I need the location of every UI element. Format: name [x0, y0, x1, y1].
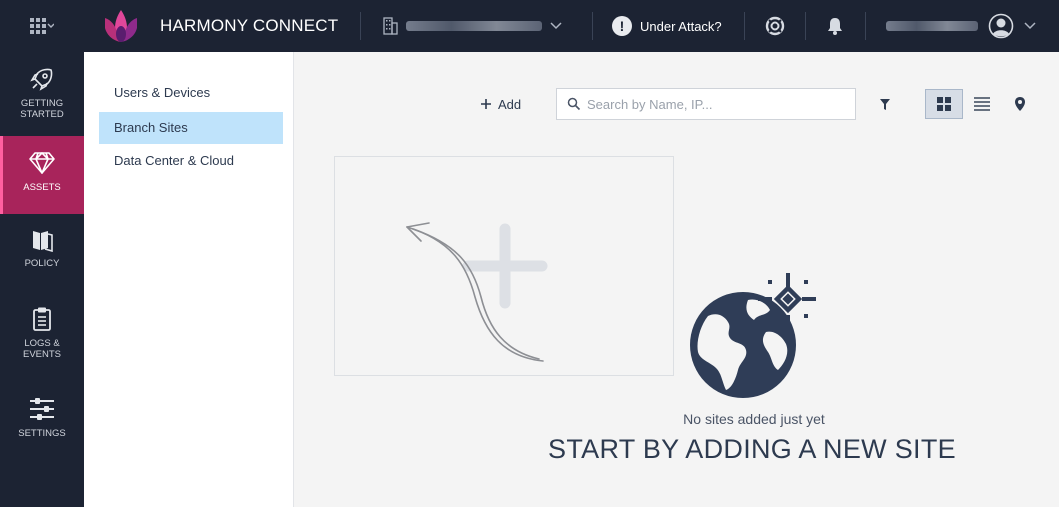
subnav-data-center-cloud[interactable]: Data Center & Cloud	[99, 145, 283, 177]
grid-view-button[interactable]	[925, 89, 963, 119]
user-name-redacted	[886, 21, 978, 31]
diamond-icon	[29, 152, 55, 174]
search-input[interactable]	[587, 96, 847, 112]
top-bar: HARMONY CONNECT ! Under Attack?	[0, 0, 1059, 52]
avatar-icon	[988, 13, 1014, 39]
app-title: HARMONY CONNECT	[160, 16, 339, 35]
nav-label: LOGS &	[24, 338, 60, 349]
nav-label: SETTINGS	[18, 428, 66, 439]
list-view-button[interactable]	[970, 94, 994, 114]
nav-policy[interactable]: POLICY	[0, 228, 84, 269]
user-menu[interactable]	[886, 12, 1036, 40]
nav-label: GETTING	[20, 98, 64, 109]
add-site-button[interactable]: Add	[480, 94, 521, 114]
list-view-icon	[974, 97, 990, 111]
nav-label: STARTED	[20, 109, 64, 120]
plus-icon	[481, 99, 491, 109]
filter-button[interactable]	[876, 95, 894, 113]
empty-state-message: No sites added just yet	[683, 411, 825, 427]
nav-label: ASSETS	[23, 182, 61, 193]
add-label: Add	[498, 96, 522, 112]
tenant-selector[interactable]	[382, 14, 562, 38]
main-sidebar: GETTING STARTED ASSETS POLICY LOGS & EVE…	[0, 52, 84, 507]
empty-state-title: START BY ADDING A NEW SITE	[548, 434, 956, 464]
apps-grid-icon[interactable]	[28, 16, 54, 36]
subnav-users-devices[interactable]: Users & Devices	[99, 77, 283, 109]
under-attack-label: Under Attack?	[640, 18, 722, 34]
map-view-button[interactable]	[1010, 94, 1030, 114]
clipboard-icon	[33, 307, 51, 331]
building-icon	[383, 17, 398, 35]
nav-getting-started[interactable]: GETTING STARTED	[0, 66, 84, 120]
tenant-name-redacted	[406, 21, 542, 31]
harmony-logo-icon	[105, 10, 137, 42]
help-lifebuoy-icon[interactable]	[765, 16, 785, 36]
policy-book-icon	[33, 231, 53, 252]
nav-label: EVENTS	[22, 349, 61, 360]
nav-settings[interactable]: SETTINGS	[0, 396, 84, 439]
add-site-card[interactable]	[334, 156, 674, 376]
nav-logs-events[interactable]: LOGS & EVENTS	[0, 306, 84, 360]
search-box	[556, 88, 856, 120]
search-icon	[567, 97, 581, 111]
divider	[805, 12, 806, 40]
under-attack-button[interactable]: ! Under Attack?	[612, 14, 722, 38]
map-pin-icon	[1015, 97, 1025, 111]
rocket-icon	[30, 68, 53, 91]
nav-assets[interactable]: ASSETS	[0, 136, 84, 214]
add-arrow-illustration	[406, 222, 548, 362]
divider	[744, 12, 745, 40]
divider	[360, 12, 361, 40]
divider	[865, 12, 866, 40]
filter-funnel-icon	[880, 98, 890, 110]
chevron-down-icon	[1024, 22, 1036, 30]
subnav-branch-sites[interactable]: Branch Sites	[99, 112, 283, 144]
grid-view-icon	[937, 97, 951, 111]
assets-subnav: Users & Devices Branch Sites Data Center…	[84, 52, 294, 507]
alert-icon: !	[612, 16, 632, 36]
nav-label: POLICY	[24, 258, 60, 269]
divider	[592, 12, 593, 40]
chevron-down-icon	[550, 22, 562, 30]
globe-sparkle-icon	[690, 273, 816, 398]
sliders-icon	[30, 398, 54, 420]
notifications-bell-icon[interactable]	[826, 16, 844, 36]
